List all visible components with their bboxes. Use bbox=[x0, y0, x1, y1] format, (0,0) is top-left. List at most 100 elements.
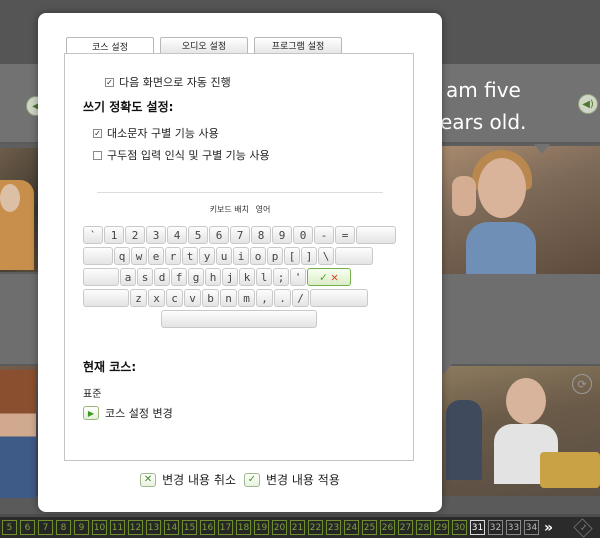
page-number-button[interactable]: 30 bbox=[452, 520, 467, 535]
keyboard-key[interactable]: y bbox=[199, 247, 215, 265]
page-number-button[interactable]: 20 bbox=[272, 520, 287, 535]
keyboard-key[interactable]: ` bbox=[83, 226, 103, 244]
page-number-button[interactable]: 9 bbox=[74, 520, 89, 535]
apply-changes-label[interactable]: 변경 내용 적용 bbox=[266, 471, 340, 488]
keyboard-key[interactable]: h bbox=[205, 268, 221, 286]
keyboard-key[interactable]: v bbox=[184, 289, 201, 307]
next-pages-button[interactable]: » bbox=[544, 520, 553, 536]
keyboard-key[interactable]: - bbox=[314, 226, 334, 244]
keyboard-key[interactable]: a bbox=[120, 268, 136, 286]
keyboard-language[interactable]: 영어 bbox=[256, 205, 271, 214]
page-number-button[interactable]: 32 bbox=[488, 520, 503, 535]
page-number-button[interactable]: 17 bbox=[218, 520, 233, 535]
page-number-button[interactable]: 10 bbox=[92, 520, 107, 535]
page-number-button[interactable]: 34 bbox=[524, 520, 539, 535]
keyboard-key[interactable]: g bbox=[188, 268, 204, 286]
enter-check-key[interactable]: ✓ ✕ bbox=[307, 268, 351, 286]
keyboard-key[interactable]: 7 bbox=[230, 226, 250, 244]
keyboard-key[interactable]: n bbox=[220, 289, 237, 307]
keyboard-key[interactable]: 1 bbox=[104, 226, 124, 244]
keyboard-key[interactable]: u bbox=[216, 247, 232, 265]
page-number-button[interactable]: 14 bbox=[164, 520, 179, 535]
keyboard-key[interactable]: q bbox=[114, 247, 130, 265]
cancel-changes-label[interactable]: 변경 내용 취소 bbox=[162, 471, 236, 488]
cancel-changes-button[interactable]: ✕ 변경 내용 취소 bbox=[140, 471, 236, 488]
keyboard-key[interactable]: x bbox=[148, 289, 165, 307]
play-arrow-icon[interactable]: ▶ bbox=[83, 406, 99, 420]
keyboard-key[interactable]: e bbox=[148, 247, 164, 265]
change-course-label[interactable]: 코스 설정 변경 bbox=[105, 405, 173, 421]
case-sensitivity-checkbox[interactable]: ✓ bbox=[93, 128, 102, 138]
keyboard-key[interactable]: w bbox=[131, 247, 147, 265]
keyboard-key[interactable]: o bbox=[250, 247, 266, 265]
page-number-button[interactable]: 18 bbox=[236, 520, 251, 535]
apply-changes-button[interactable]: ✓ 변경 내용 적용 bbox=[244, 471, 340, 488]
keyboard-key[interactable]: = bbox=[335, 226, 355, 244]
page-number-button[interactable]: 24 bbox=[344, 520, 359, 535]
page-number-button[interactable]: 29 bbox=[434, 520, 449, 535]
page-number-button[interactable]: 31 bbox=[470, 520, 485, 535]
keyboard-key[interactable]: 0 bbox=[293, 226, 313, 244]
change-course-button[interactable]: ▶ 코스 설정 변경 bbox=[83, 405, 173, 421]
keyboard-key[interactable]: 2 bbox=[125, 226, 145, 244]
keyboard-key[interactable]: ] bbox=[301, 247, 317, 265]
page-number-button[interactable]: 16 bbox=[200, 520, 215, 535]
page-number-button[interactable]: 22 bbox=[308, 520, 323, 535]
keyboard-key[interactable]: l bbox=[256, 268, 272, 286]
replay-icon[interactable]: ⟳ bbox=[572, 374, 592, 394]
keyboard-key[interactable]: 6 bbox=[209, 226, 229, 244]
page-number-button[interactable]: 25 bbox=[362, 520, 377, 535]
page-number-button[interactable]: 11 bbox=[110, 520, 125, 535]
page-number-button[interactable]: 27 bbox=[398, 520, 413, 535]
case-sensitivity-option[interactable]: ✓ 대소문자 구별 기능 사용 bbox=[93, 125, 219, 141]
tab-program-settings[interactable]: 프로그램 설정 bbox=[254, 37, 342, 53]
page-number-button[interactable]: 12 bbox=[128, 520, 143, 535]
keyboard-key[interactable]: 8 bbox=[251, 226, 271, 244]
keyboard-key[interactable]: 5 bbox=[188, 226, 208, 244]
keyboard-key[interactable]: , bbox=[256, 289, 273, 307]
page-number-button[interactable]: 26 bbox=[380, 520, 395, 535]
keyboard-key[interactable]: s bbox=[137, 268, 153, 286]
page-number-button[interactable]: 15 bbox=[182, 520, 197, 535]
keyboard-key[interactable]: ; bbox=[273, 268, 289, 286]
keyboard-key[interactable]: z bbox=[130, 289, 147, 307]
keyboard-key[interactable]: ' bbox=[290, 268, 306, 286]
keyboard-key[interactable]: p bbox=[267, 247, 283, 265]
punctuation-option[interactable]: 구두점 입력 인식 및 구별 기능 사용 bbox=[93, 147, 270, 163]
page-number-button[interactable]: 19 bbox=[254, 520, 269, 535]
page-number-button[interactable]: 8 bbox=[56, 520, 71, 535]
keyboard-key[interactable]: \ bbox=[318, 247, 334, 265]
page-number-button[interactable]: 5 bbox=[2, 520, 17, 535]
keyboard-key[interactable]: / bbox=[292, 289, 309, 307]
keyboard-key[interactable]: k bbox=[239, 268, 255, 286]
keyboard-key[interactable]: t bbox=[182, 247, 198, 265]
keyboard-key[interactable]: 3 bbox=[146, 226, 166, 244]
apply-check-icon[interactable]: ✓ bbox=[244, 472, 260, 487]
page-number-button[interactable]: 33 bbox=[506, 520, 521, 535]
spacebar-key[interactable] bbox=[161, 310, 317, 328]
auto-advance-option[interactable]: ✓ 다음 화면으로 자동 진행 bbox=[105, 74, 231, 90]
keyboard-key[interactable]: j bbox=[222, 268, 238, 286]
punctuation-checkbox[interactable] bbox=[93, 150, 102, 160]
page-number-button[interactable]: 28 bbox=[416, 520, 431, 535]
page-number-button[interactable]: 7 bbox=[38, 520, 53, 535]
keyboard-key[interactable]: [ bbox=[284, 247, 300, 265]
page-number-button[interactable]: 23 bbox=[326, 520, 341, 535]
tab-course-settings[interactable]: 코스 설정 bbox=[66, 37, 154, 54]
tab-audio-settings[interactable]: 오디오 설정 bbox=[160, 37, 248, 53]
keyboard-key[interactable]: 4 bbox=[167, 226, 187, 244]
keyboard-key[interactable]: 9 bbox=[272, 226, 292, 244]
page-number-button[interactable]: 13 bbox=[146, 520, 161, 535]
keyboard-key[interactable]: m bbox=[238, 289, 255, 307]
speaker-icon[interactable]: ◀) bbox=[578, 94, 598, 114]
page-diamond-icon[interactable]: 1 bbox=[573, 517, 593, 538]
keyboard-key[interactable]: r bbox=[165, 247, 181, 265]
keyboard-key[interactable]: i bbox=[233, 247, 249, 265]
page-number-button[interactable]: 6 bbox=[20, 520, 35, 535]
page-number-button[interactable]: 21 bbox=[290, 520, 305, 535]
cancel-x-icon[interactable]: ✕ bbox=[140, 472, 157, 487]
keyboard-key[interactable]: f bbox=[171, 268, 187, 286]
keyboard-key[interactable]: . bbox=[274, 289, 291, 307]
auto-advance-checkbox[interactable]: ✓ bbox=[105, 77, 114, 87]
keyboard-key[interactable]: b bbox=[202, 289, 219, 307]
